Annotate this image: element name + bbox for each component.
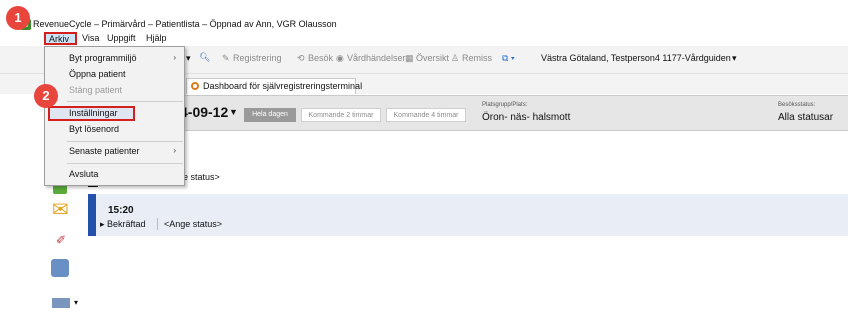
registrering-icon: ✎ xyxy=(222,53,230,63)
oversikt-button[interactable]: Översikt xyxy=(416,53,449,63)
row2-ange-status[interactable]: <Ange status> xyxy=(164,219,222,229)
vardhandelser-icon: ◉ xyxy=(336,53,344,63)
row2-time: 15:20 xyxy=(108,205,134,216)
step-badge-1: 1 xyxy=(6,6,30,30)
windows-icon[interactable]: ⧉ ▾ xyxy=(502,53,515,64)
row2-divider xyxy=(157,218,158,230)
dashboard-icon xyxy=(191,82,199,90)
besoksstatus-label: Besöksstatus: xyxy=(778,102,816,108)
menu-item-oppna-patient[interactable]: Öppna patient xyxy=(69,69,126,79)
expand-arrow-icon[interactable]: ▸ xyxy=(100,219,107,229)
date-selector[interactable]: 4-09-12 xyxy=(180,104,228,120)
oversikt-icon: ▦ xyxy=(405,53,414,63)
besok-icon: ⟲ xyxy=(297,53,305,63)
plats-label: Platsgrupp/Plats: xyxy=(482,102,528,108)
menu-item-stang-patient: Stäng patient xyxy=(69,85,123,95)
row2-status-label: Bekräftad xyxy=(107,219,146,229)
building-chevron-icon[interactable]: ▾ xyxy=(74,298,78,307)
plats-value[interactable]: Öron- näs- halsmott xyxy=(482,112,570,123)
envelope-icon[interactable]: ✉ xyxy=(52,200,69,220)
dropdown-arrow-icon[interactable]: ▾ xyxy=(186,53,191,64)
pill-kommande-2[interactable]: Kommande 2 timmar xyxy=(301,108,381,122)
pill-kommande-4[interactable]: Kommande 4 timmar xyxy=(386,108,466,122)
region-chevron-icon[interactable]: ▾ xyxy=(732,53,737,64)
building-icon[interactable] xyxy=(52,298,70,308)
menu-arkiv-label: Arkiv xyxy=(49,34,69,44)
row2-status[interactable]: ▸ Bekräftad xyxy=(100,219,146,230)
menu-item-senaste-patienter[interactable]: Senaste patienter xyxy=(69,146,140,156)
arkiv-menu: Byt programmiljö › Öppna patient Stäng p… xyxy=(44,46,185,186)
window-title: RevenueCycle – Primärvård – Patientlista… xyxy=(33,19,337,29)
submenu-chevron-icon: › xyxy=(173,53,176,62)
region-selector[interactable]: Västra Götaland, Testperson4 1177-Vårdgu… xyxy=(541,53,731,63)
menu-hjalp[interactable]: Hjälp xyxy=(146,33,167,43)
search-icon[interactable]: 🔍︎ xyxy=(199,52,210,63)
pill-hela-dagen[interactable]: Hela dagen xyxy=(244,108,296,122)
menu-separator xyxy=(67,141,183,142)
menu-item-byt-programmiljo[interactable]: Byt programmiljö xyxy=(69,53,137,63)
besok-button[interactable]: Besök xyxy=(308,53,333,63)
menu-visa[interactable]: Visa xyxy=(82,33,99,43)
menu-separator xyxy=(67,101,183,102)
menu-item-installningar[interactable]: Inställningar xyxy=(69,108,118,118)
menu-arkiv[interactable]: Arkiv xyxy=(44,32,77,45)
menu-item-avsluta[interactable]: Avsluta xyxy=(69,169,98,179)
menu-item-byt-losenord[interactable]: Byt lösenord xyxy=(69,124,119,134)
submenu-chevron-icon: › xyxy=(173,146,176,155)
registrering-button[interactable]: Registrering xyxy=(233,53,282,63)
vardhandelser-button[interactable]: Vårdhändelser xyxy=(347,53,406,63)
menu-uppgift[interactable]: Uppgift xyxy=(107,33,136,43)
besoksstatus-value[interactable]: Alla statusar xyxy=(778,112,833,123)
table-row[interactable] xyxy=(88,194,848,236)
tab-dashboard[interactable]: Dashboard för självregistreringsterminal xyxy=(186,78,362,94)
remiss-button[interactable]: Remiss xyxy=(462,53,492,63)
remiss-icon: ♙ xyxy=(451,53,460,63)
menu-separator xyxy=(67,163,183,164)
tab-dashboard-label: Dashboard för självregistreringsterminal xyxy=(203,81,363,91)
document-icon[interactable]: ✐ xyxy=(56,233,66,247)
step-badge-2: 2 xyxy=(34,84,58,108)
date-chevron-icon[interactable]: ▼ xyxy=(229,107,238,117)
patient-search-icon[interactable] xyxy=(51,259,69,277)
